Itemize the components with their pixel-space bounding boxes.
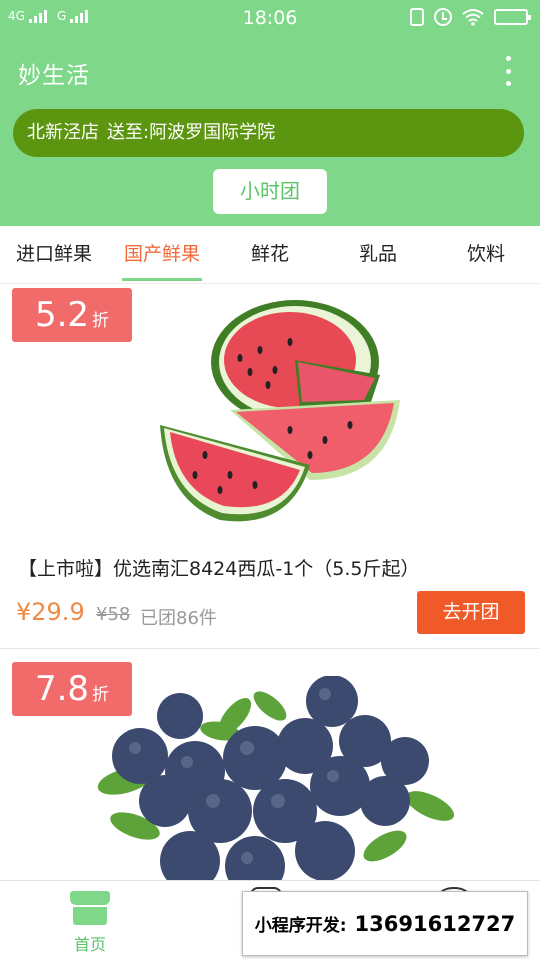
vibrate-icon	[410, 8, 424, 26]
status-bar: 4G G 18:06	[0, 0, 540, 36]
store-icon	[70, 889, 110, 927]
status-icons	[410, 8, 531, 26]
discount-badge: 5.2 折	[12, 288, 132, 342]
discount-badge: 7.8 折	[12, 662, 132, 716]
more-menu-icon[interactable]	[504, 56, 512, 86]
tab-domestic-fruit[interactable]: 国产鲜果	[108, 226, 216, 283]
store-name: 北新泾店	[27, 122, 99, 143]
promo-phone: 13691612727	[354, 911, 516, 936]
discount-unit: 折	[92, 311, 110, 331]
tab-imported-fruit[interactable]: 进口鲜果	[0, 226, 108, 283]
discount-value: 5.2	[34, 295, 90, 335]
start-group-button[interactable]: 去开团	[417, 591, 525, 634]
nav-home-label: 首页	[73, 935, 106, 954]
promo-label: 小程序开发:	[254, 916, 347, 936]
watermelon-image	[160, 300, 400, 522]
tab-drinks[interactable]: 饮料	[432, 226, 540, 283]
alarm-icon	[434, 8, 452, 26]
wifi-icon	[462, 9, 484, 26]
delivery-address: 送至:阿波罗国际学院	[107, 122, 276, 143]
product-card[interactable]: 5.2 折 【上市啦】优选南汇8424西瓜-1个（5.5斤起） ¥29.9 ¥58…	[0, 284, 540, 649]
battery-icon	[494, 9, 531, 25]
product-price: ¥29.9	[16, 598, 85, 626]
hourly-group-button[interactable]: 小时团	[213, 169, 327, 214]
discount-value: 7.8	[34, 669, 90, 709]
tab-flowers[interactable]: 鲜花	[216, 226, 324, 283]
store-selector[interactable]: 北新泾店 送至:阿波罗国际学院	[13, 109, 524, 157]
blueberries-image	[97, 676, 455, 880]
nav-home[interactable]: 首页	[60, 889, 120, 955]
discount-unit: 折	[92, 685, 110, 705]
promo-overlay: 小程序开发: 13691612727	[242, 891, 528, 956]
product-title: 【上市啦】优选南汇8424西瓜-1个（5.5斤起）	[18, 558, 420, 580]
sold-count: 已团86件	[140, 608, 217, 629]
app-title: 妙生活	[18, 63, 90, 89]
product-card[interactable]: 7.8 折	[0, 656, 540, 880]
original-price: ¥58	[96, 604, 131, 625]
category-tabs: 进口鲜果 国产鲜果 鲜花 乳品 饮料	[0, 226, 540, 284]
tab-dairy[interactable]: 乳品	[324, 226, 432, 283]
header: 4G G 18:06 妙生活 北新泾店 送至:阿波罗国际学院 小时团	[0, 0, 540, 226]
